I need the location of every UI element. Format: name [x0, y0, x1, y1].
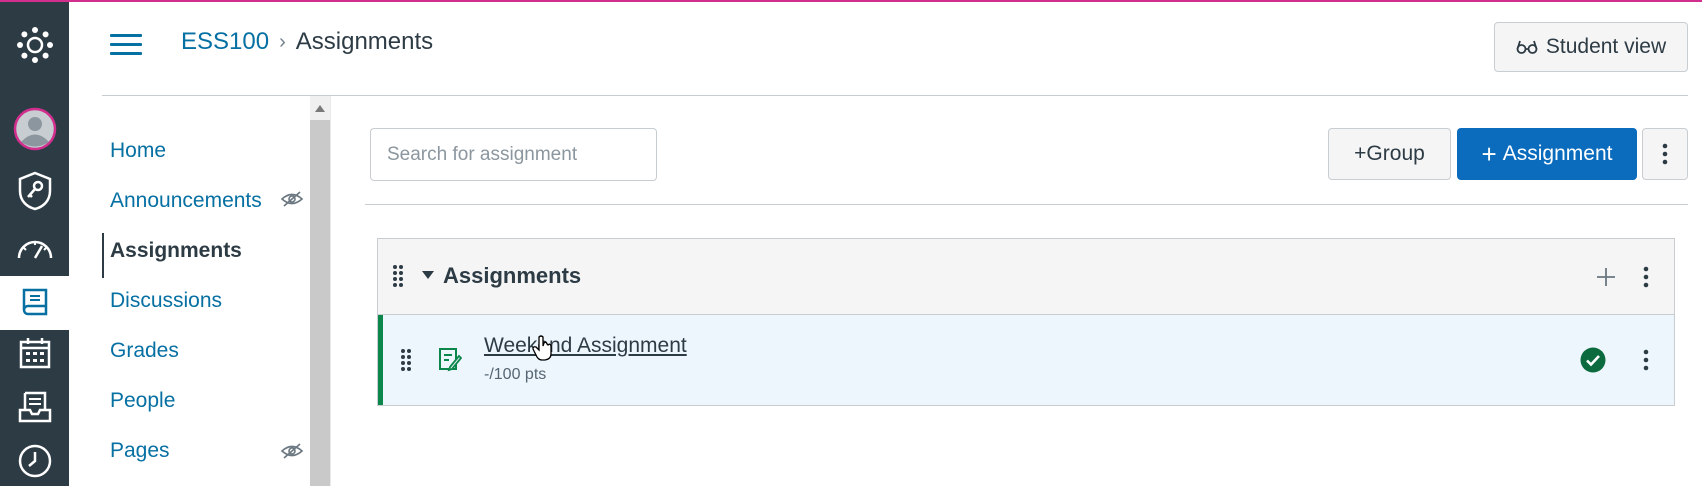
- course-nav: Home Announcements Assignments Discussio…: [102, 96, 332, 486]
- course-nav-announcements[interactable]: Announcements: [110, 189, 262, 213]
- assignment-kebab-icon[interactable]: [1643, 349, 1649, 371]
- inbox-icon: [18, 391, 51, 423]
- course-nav-home[interactable]: Home: [110, 139, 166, 163]
- course-nav-pages[interactable]: Pages: [110, 439, 170, 463]
- drag-handle-icon[interactable]: [400, 348, 412, 372]
- course-menu-toggle-button[interactable]: [108, 30, 144, 58]
- assignment-group-title: Assignments: [443, 263, 582, 288]
- toolbar-divider: [365, 204, 1688, 205]
- student-view-button[interactable]: Student view: [1494, 22, 1688, 72]
- dashboard-gauge-icon: [17, 240, 52, 259]
- search-input[interactable]: [370, 128, 657, 181]
- course-nav-grades[interactable]: Grades: [110, 339, 179, 363]
- assignment-points: -/100 pts: [484, 366, 547, 383]
- assignment-group-header[interactable]: Assignments: [378, 239, 1674, 315]
- plus-icon: +: [1481, 139, 1497, 169]
- active-indicator: [102, 233, 104, 278]
- hidden-eye-icon: [280, 191, 304, 207]
- global-nav-calendar[interactable]: [0, 326, 69, 380]
- drag-handle-icon[interactable]: [392, 264, 404, 288]
- global-nav-dashboard[interactable]: [0, 222, 69, 276]
- global-nav-account[interactable]: [0, 102, 69, 156]
- global-nav-logo[interactable]: [0, 18, 69, 72]
- glasses-icon: [1516, 40, 1538, 54]
- logo-icon: [16, 27, 53, 63]
- breadcrumb-separator: ›: [279, 30, 286, 53]
- course-nav-people[interactable]: People: [110, 389, 175, 413]
- global-nav-admin[interactable]: [0, 164, 69, 218]
- assignment-row[interactable]: Weekend Assignment -/100 pts: [378, 315, 1674, 405]
- account-avatar-icon: [13, 107, 56, 151]
- course-nav-divider: [330, 96, 331, 486]
- header-divider: [102, 95, 1688, 96]
- admin-shield-key-icon: [18, 171, 51, 211]
- published-check-icon[interactable]: [1580, 347, 1606, 373]
- add-assignment-label: Assignment: [1502, 142, 1613, 165]
- courses-book-icon: [22, 288, 47, 316]
- student-view-label: Student view: [1545, 35, 1667, 58]
- course-nav-discussions[interactable]: Discussions: [110, 289, 222, 313]
- assignment-type-icon: [439, 348, 462, 372]
- breadcrumb-course-link[interactable]: ESS100: [181, 28, 269, 56]
- breadcrumb-current: Assignments: [295, 28, 434, 55]
- hidden-eye-icon: [280, 443, 304, 459]
- global-nav: [0, 2, 69, 486]
- kebab-icon: [1662, 143, 1668, 165]
- calendar-icon: [19, 338, 50, 369]
- add-assignment-button[interactable]: + Assignment: [1457, 128, 1637, 180]
- history-clock-icon: [18, 444, 51, 478]
- more-options-button[interactable]: [1642, 128, 1688, 180]
- add-group-button[interactable]: +Group: [1328, 128, 1451, 180]
- global-nav-inbox[interactable]: [0, 380, 69, 434]
- global-nav-courses[interactable]: [0, 276, 69, 330]
- group-kebab-icon[interactable]: [1643, 266, 1649, 288]
- collapse-caret-icon[interactable]: [422, 271, 434, 279]
- breadcrumb: ESS100 › Assignments: [181, 28, 433, 56]
- scroll-up-arrow-icon[interactable]: [310, 96, 330, 120]
- assignment-title-link[interactable]: Weekend Assignment: [484, 334, 687, 358]
- course-nav-assignments[interactable]: Assignments: [110, 239, 242, 263]
- global-nav-history[interactable]: [0, 434, 69, 488]
- add-to-group-plus-icon[interactable]: [1596, 267, 1616, 287]
- assignment-group: Assignments Weekend Assignment -/100 pts: [377, 238, 1675, 406]
- course-nav-scrollbar[interactable]: [310, 96, 330, 486]
- hand-cursor-icon: [532, 335, 552, 361]
- top-accent-strip: [0, 0, 1702, 2]
